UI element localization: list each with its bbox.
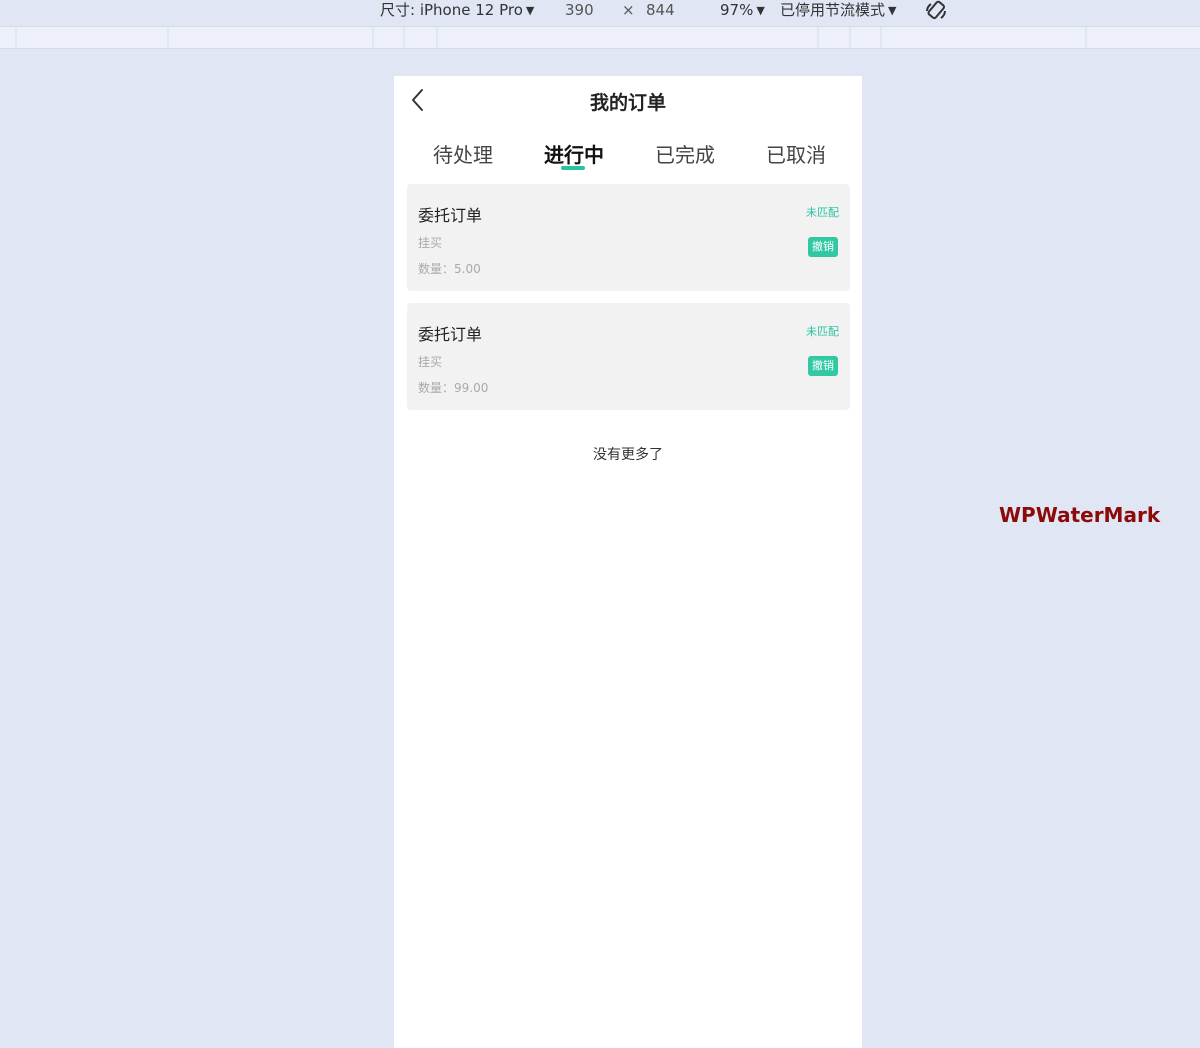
times-symbol: × [622,1,635,19]
throttle-select[interactable]: 已停用节流模式 ▼ [780,0,896,21]
ruler-tick [372,27,374,48]
cancel-order-button[interactable]: 撤销 [808,237,838,257]
caret-down-icon: ▼ [525,4,535,17]
ruler-tick [880,27,882,48]
order-tabs: 待处理 进行中 已完成 已取消 [394,126,862,183]
device-label: 尺寸: iPhone 12 Pro [380,1,523,19]
ruler-tick [817,27,819,48]
order-card[interactable]: 委托订单 挂买 数量：5.00 未匹配 撤销 [407,184,850,291]
tab-in-progress[interactable]: 进行中 [544,139,604,168]
order-status: 未匹配 [806,206,839,219]
order-quantity: 数量：99.00 [418,381,489,395]
caret-down-icon: ▼ [888,4,897,17]
height-input[interactable]: 844 [646,0,675,20]
media-query-ruler [0,26,1200,49]
ruler-tick [436,27,438,48]
ruler-tick [1085,27,1087,48]
watermark-text: WPWaterMark [999,503,1161,527]
devtools-device-toolbar: 尺寸: iPhone 12 Pro ▼ 390 × 844 97% ▼ 已停用节流模… [0,0,1200,22]
ruler-tick [15,27,17,48]
zoom-label: 97% [720,1,754,19]
tab-cancelled[interactable]: 已取消 [766,139,826,168]
ruler-tick [849,27,851,48]
zoom-select[interactable]: 97% ▼ [720,0,765,21]
phone-viewport: 我的订单 待处理 进行中 已完成 已取消 委托订单 挂买 数量：5.00 未匹配… [394,76,862,1048]
tab-pending[interactable]: 待处理 [433,139,493,168]
order-title: 委托订单 [418,206,483,225]
tab-completed[interactable]: 已完成 [655,139,715,168]
order-type: 挂买 [418,355,443,369]
ruler-tick [167,27,169,48]
active-tab-indicator [561,166,585,170]
device-select[interactable]: 尺寸: iPhone 12 Pro ▼ [380,0,534,21]
rotate-icon[interactable] [924,0,948,23]
order-quantity: 数量：5.00 [418,262,481,276]
page-title: 我的订单 [589,92,666,114]
order-status: 未匹配 [806,325,839,338]
order-card[interactable]: 委托订单 挂买 数量：99.00 未匹配 撤销 [407,303,850,410]
ruler-tick [403,27,405,48]
width-input[interactable]: 390 [565,0,594,20]
throttle-label: 已停用节流模式 [780,1,886,19]
no-more-text: 没有更多了 [593,447,663,463]
caret-down-icon: ▼ [756,4,765,17]
cancel-order-button[interactable]: 撤销 [808,356,838,376]
order-type: 挂买 [418,236,443,250]
order-title: 委托订单 [418,325,483,344]
nav-bar: 我的订单 [394,76,862,126]
